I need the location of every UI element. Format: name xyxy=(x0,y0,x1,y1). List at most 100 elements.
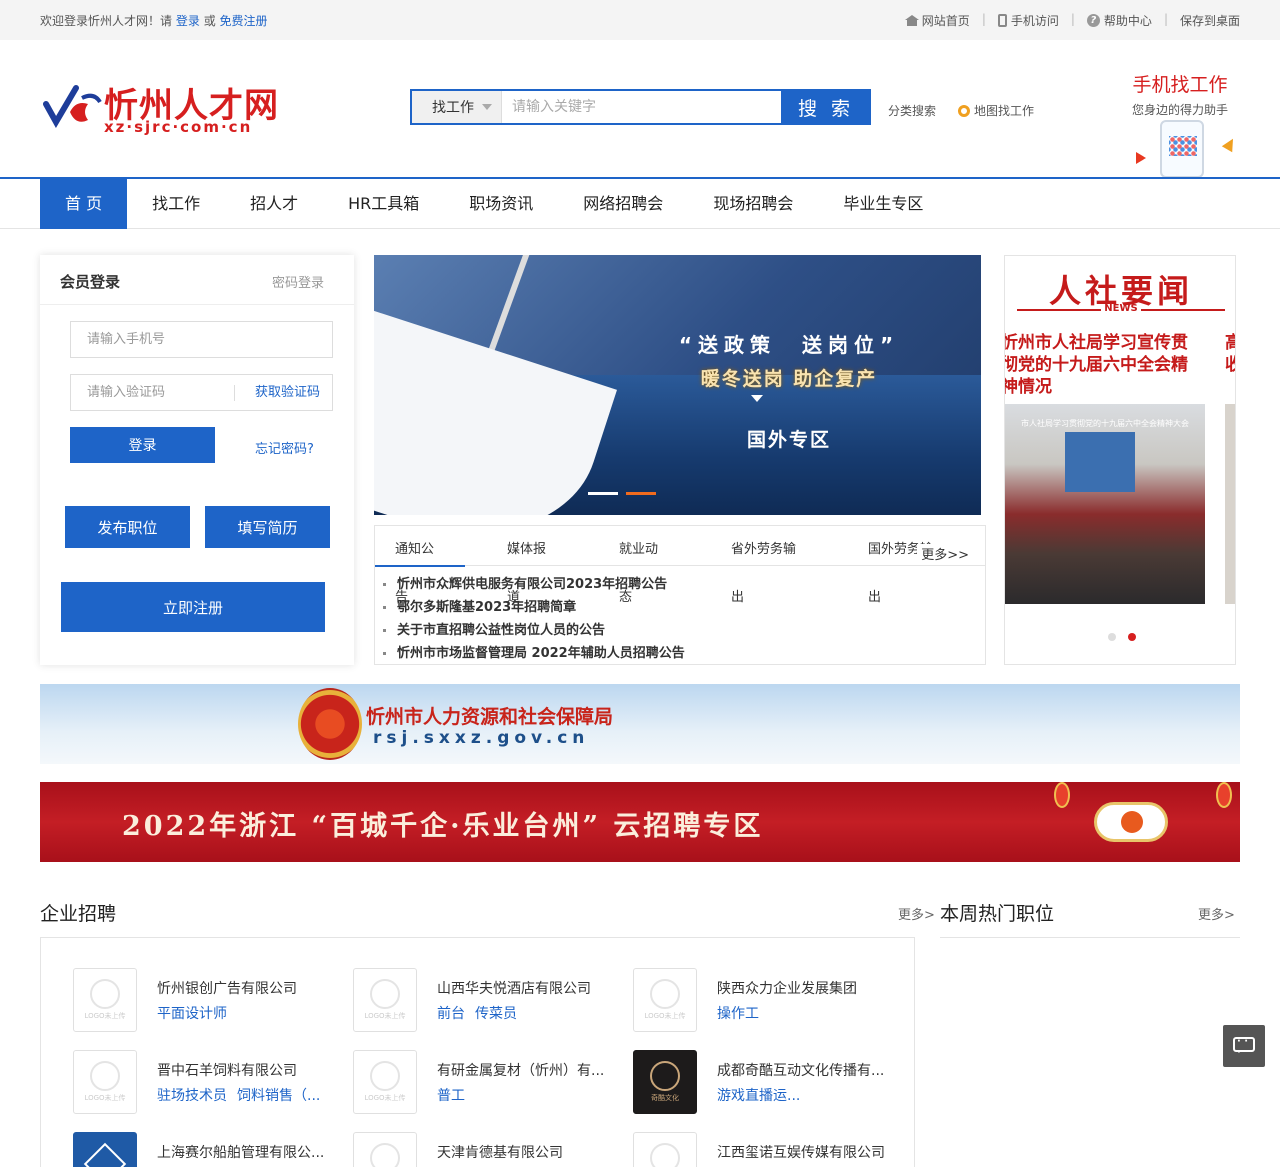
help-center-link[interactable]: ? 帮助中心 xyxy=(1086,12,1152,29)
chevron-down-icon xyxy=(482,104,492,110)
map-search-link[interactable]: 地图找工作 xyxy=(958,102,1034,119)
news-list: 忻州市众辉供电服务有限公司2023年招聘公告 鄂尔多斯隆基2023年招聘简章 关… xyxy=(383,573,685,665)
company-card[interactable]: LOGO未上传 山西华夫悦酒店有限公司 前台 传菜员 xyxy=(353,968,613,1032)
carousel-dot-active[interactable] xyxy=(1128,633,1136,641)
job-link[interactable]: 饲料销售（... xyxy=(237,1088,320,1104)
news-item[interactable]: 关于市直招聘公益性岗位人员的公告 xyxy=(383,619,685,642)
company-card[interactable]: LOGO未上传 陕西众力企业发展集团 操作工 xyxy=(633,968,893,1032)
mobile-promo-title: 手机找工作 xyxy=(1132,74,1228,96)
fill-resume-button[interactable]: 填写简历 xyxy=(205,506,330,548)
job-link[interactable]: 操作工 xyxy=(717,1006,759,1022)
company-name[interactable]: 忻州银创广告有限公司 xyxy=(157,978,333,998)
company-name[interactable]: 山西华夫悦酒店有限公司 xyxy=(437,978,613,998)
login-link[interactable]: 登录 xyxy=(176,14,200,28)
register-link[interactable]: 免费注册 xyxy=(220,14,268,28)
company-card[interactable]: LOGO未上传 晋中石羊饲料有限公司 驻场技术员 饲料销售（... xyxy=(73,1050,333,1114)
job-posts: 操作工 xyxy=(717,1003,893,1023)
nav-item-graduates[interactable]: 毕业生专区 xyxy=(818,179,948,229)
save-desktop-link[interactable]: 保存到桌面 xyxy=(1180,12,1240,29)
company-card[interactable]: LOGO未上传 有研金属复材（忻州）有... 普工 xyxy=(353,1050,613,1114)
job-link[interactable]: 传菜员 xyxy=(475,1006,517,1022)
forgot-password-link[interactable]: 忘记密码? xyxy=(255,438,314,457)
tab-outbound-domestic[interactable]: 省外劳务输出 xyxy=(711,526,826,605)
get-code-button[interactable]: 获取验证码 xyxy=(233,385,320,401)
category-search-link[interactable]: 分类搜索 xyxy=(888,102,936,119)
hr-news-carousel[interactable]: 人社要闻 NEWS 忻州市人社局学习宣传贯彻党的十九届六中全会精神情况 高服收 … xyxy=(1004,255,1236,665)
search-type-select[interactable]: 找工作 xyxy=(412,91,502,123)
company-card[interactable]: LOGO未上传 江西玺诺互娱传媒有限公司 xyxy=(633,1132,893,1167)
slider-dot[interactable] xyxy=(588,492,618,495)
job-posts: 前台 传菜员 xyxy=(437,1003,613,1023)
login-button[interactable]: 登录 xyxy=(70,427,215,463)
password-login-link[interactable]: 密码登录 xyxy=(272,272,324,291)
hrss-bureau-banner[interactable]: 忻州市人力资源和社会保障局 rsj.sxxz.gov.cn xyxy=(40,684,1240,764)
slider-dots xyxy=(588,492,656,495)
phone-field-wrap xyxy=(70,321,333,358)
job-link[interactable]: 驻场技术员 xyxy=(157,1088,227,1104)
company-name[interactable]: 成都奇酷互动文化传播有... xyxy=(717,1060,893,1080)
mobile-icon xyxy=(997,14,1007,27)
news-panel: 通知公告 媒体报道 就业动态 省外劳务输出 国外劳务输出 更多>> 忻州市众辉供… xyxy=(374,525,986,665)
help-center-label: 帮助中心 xyxy=(1103,14,1152,28)
company-name[interactable]: 江西玺诺互娱传媒有限公司 xyxy=(717,1142,893,1162)
slide-line-1: “送政策 送岗位” xyxy=(678,333,900,357)
company-card[interactable]: 奇酷文化 成都奇酷互动文化传播有... 游戏直播运... xyxy=(633,1050,893,1114)
slider-dot-active[interactable] xyxy=(626,492,656,495)
company-name[interactable]: 上海赛尔船舶管理有限公... xyxy=(157,1142,333,1162)
news-item[interactable]: 忻州市市场监督管理局 2022年辅助人员招聘公告 xyxy=(383,642,685,665)
hot-jobs-more-link[interactable]: 更多> xyxy=(1198,904,1235,923)
company-logo: LOGO未上传 xyxy=(353,1050,417,1114)
search-button[interactable]: 搜 索 xyxy=(781,89,871,125)
photo-caption: 市人社局学习贯彻党的十九届六中全会精神大会 xyxy=(1021,419,1189,428)
online-chat-button[interactable] xyxy=(1223,1025,1265,1067)
job-posts: 平面设计师 xyxy=(157,1003,333,1023)
post-job-button[interactable]: 发布职位 xyxy=(65,506,190,548)
nav-item-find-job[interactable]: 找工作 xyxy=(127,179,225,229)
carousel-dot[interactable] xyxy=(1108,633,1116,641)
companies-more-link[interactable]: 更多> xyxy=(898,904,935,923)
companies-section-title: 企业招聘 xyxy=(40,903,117,925)
mobile-promo[interactable]: 手机找工作 您身边的得力助手 xyxy=(1120,70,1240,180)
hr-news-photo[interactable]: 市人社局学习贯彻党的十九届六中全会精神大会 xyxy=(1005,404,1205,604)
tab-employment[interactable]: 就业动态 xyxy=(599,526,689,605)
company-name[interactable]: 陕西众力企业发展集团 xyxy=(717,978,893,998)
nav-item-hr-tools[interactable]: HR工具箱 xyxy=(323,179,444,229)
promo-slider[interactable]: “送政策 送岗位” 暖冬送岗 助企复产 国外专区 xyxy=(374,255,981,515)
nav-item-recruit[interactable]: 招人才 xyxy=(225,179,323,229)
company-card[interactable]: LOGO未上传 天津肯德基有限公司 xyxy=(353,1132,613,1167)
job-link[interactable]: 平面设计师 xyxy=(157,1006,227,1022)
search-type-label: 找工作 xyxy=(432,100,474,116)
zhejiang-recruit-banner[interactable]: 2022年浙江 “百城千企·乐业台州” 云招聘专区 xyxy=(40,782,1240,862)
phone-input[interactable] xyxy=(71,322,332,357)
login-title: 会员登录 xyxy=(60,273,121,291)
job-link[interactable]: 前台 xyxy=(437,1006,465,1022)
hr-news-headline[interactable]: 忻州市人社局学习宣传贯彻党的十九届六中全会精神情况 xyxy=(1005,332,1201,398)
nav-item-onsite-fair[interactable]: 现场招聘会 xyxy=(688,179,818,229)
company-name[interactable]: 天津肯德基有限公司 xyxy=(437,1142,613,1162)
nav-item-home[interactable]: 首 页 xyxy=(40,179,128,229)
map-search-label: 地图找工作 xyxy=(974,104,1035,118)
news-more-link[interactable]: 更多>> xyxy=(917,544,969,563)
news-item[interactable]: 忻州市众辉供电服务有限公司2023年招聘公告 xyxy=(383,573,685,596)
news-item[interactable]: 鄂尔多斯隆基2023年招聘简章 xyxy=(383,596,685,619)
company-name[interactable]: 有研金属复材（忻州）有... xyxy=(437,1060,613,1080)
company-logo: LOGO未上传 xyxy=(353,1132,417,1167)
company-name[interactable]: 晋中石羊饲料有限公司 xyxy=(157,1060,333,1080)
hr-news-photo-next xyxy=(1225,404,1235,604)
job-link[interactable]: 游戏直播运... xyxy=(717,1088,800,1104)
search-input[interactable] xyxy=(502,91,781,123)
mobile-access-link[interactable]: 手机访问 xyxy=(997,12,1059,29)
job-link[interactable]: 普工 xyxy=(437,1088,465,1104)
site-logo[interactable]: 忻州人才网 xz·sjrc·com·cn xyxy=(42,78,282,138)
site-home-link[interactable]: 网站首页 xyxy=(904,12,970,29)
tab-notices[interactable]: 通知公告 xyxy=(375,526,465,605)
nav-item-career-news[interactable]: 职场资讯 xyxy=(444,179,558,229)
company-card[interactable]: LOGO未上传 忻州银创广告有限公司 平面设计师 xyxy=(73,968,333,1032)
company-card[interactable]: 上海赛尔船舶管理有限公... xyxy=(73,1132,333,1167)
register-now-button[interactable]: 立即注册 xyxy=(61,582,325,632)
bureau-url: rsj.sxxz.gov.cn xyxy=(373,728,590,748)
hr-news-headline-next: 高服收 xyxy=(1225,332,1235,376)
divider: | xyxy=(1070,12,1075,26)
tab-media[interactable]: 媒体报道 xyxy=(487,526,577,605)
nav-item-online-fair[interactable]: 网络招聘会 xyxy=(558,179,688,229)
